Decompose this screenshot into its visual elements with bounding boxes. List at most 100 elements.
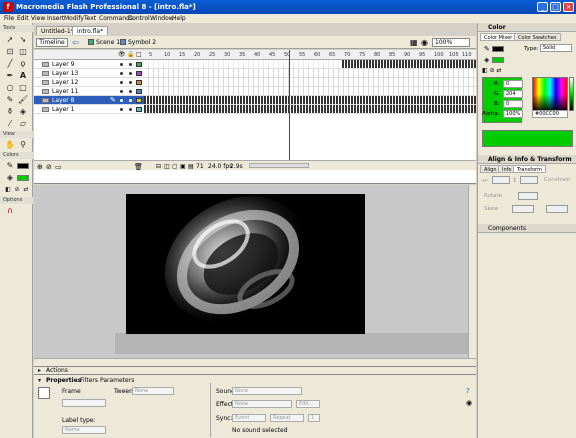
frame-row[interactable] (144, 105, 476, 114)
brush-icon[interactable]: 🖌 (18, 95, 28, 105)
layer-row[interactable]: Layer 12 (34, 78, 144, 87)
tab-transform[interactable]: Transform (513, 165, 546, 173)
scale-height-input[interactable] (520, 176, 538, 184)
trash-icon[interactable]: 🗑 (134, 163, 143, 171)
panel-expand-icon[interactable]: ◉ (466, 399, 472, 407)
sound-select[interactable]: None (232, 387, 302, 395)
fill-color-icon[interactable]: ◈ (5, 173, 15, 183)
layer-row[interactable]: Layer 11 (34, 87, 144, 96)
layer-row[interactable]: Layer 13 (34, 69, 144, 78)
color-spectrum[interactable] (532, 77, 568, 111)
add-layer-icon[interactable]: ⊕ (37, 163, 43, 171)
constrain-label[interactable]: Constrain (544, 177, 570, 183)
menu-control[interactable]: Control (128, 15, 150, 22)
oval-icon[interactable]: ○ (5, 83, 15, 93)
layer-outline-swatch[interactable] (136, 80, 142, 85)
gradient-transform-icon[interactable]: ◫ (18, 47, 28, 57)
b-input[interactable]: 0 (503, 100, 523, 108)
stage-area[interactable] (34, 185, 476, 358)
back-arrow-icon[interactable]: ⇦ (72, 38, 79, 47)
skew-h-input[interactable] (512, 205, 534, 213)
menu-view[interactable]: View (31, 15, 45, 22)
actions-panel-header[interactable]: ▸ Actions (34, 366, 476, 374)
add-guide-icon[interactable]: ⊘ (46, 163, 52, 171)
text-icon[interactable]: A (18, 71, 28, 81)
tab-intro[interactable]: intro.fla* (72, 26, 109, 35)
eraser-icon[interactable]: ▱ (18, 119, 28, 129)
zoom-icon[interactable]: ⚲ (18, 140, 28, 150)
pencil-icon[interactable]: ✎ (5, 95, 15, 105)
eyedropper-icon[interactable]: ⁄ (5, 119, 15, 129)
edit-button[interactable]: Edit... (296, 400, 320, 408)
color-panel-header[interactable]: Color (478, 23, 576, 32)
layer-outline-swatch[interactable] (136, 98, 142, 103)
layer-row[interactable]: Layer 9 (34, 60, 144, 69)
repeat-count-input[interactable]: 1 (308, 414, 320, 422)
breadcrumb-scene[interactable]: Scene 1 (96, 39, 120, 46)
stroke-pencil-icon[interactable]: ✎ (484, 45, 490, 53)
layer-outline-swatch[interactable] (136, 89, 142, 94)
center-frame-icon[interactable]: ⊟ (156, 163, 161, 170)
stroke-color-swatch[interactable] (17, 163, 29, 169)
outline-icon[interactable]: □ (136, 51, 142, 58)
frame-row[interactable] (144, 69, 476, 78)
timeline-scrollbar[interactable] (249, 163, 309, 168)
g-input[interactable]: 204 (503, 90, 523, 98)
breadcrumb-symbol[interactable]: Symbol 2 (128, 39, 156, 46)
stroke-swatch[interactable] (492, 46, 504, 52)
menu-modify[interactable]: Modify (64, 15, 84, 22)
menu-edit[interactable]: Edit (17, 15, 29, 22)
menu-window[interactable]: Window (150, 15, 174, 22)
help-icon[interactable]: ? (466, 387, 470, 395)
eye-icon[interactable]: 👁 (118, 51, 126, 58)
frame-label-input[interactable] (62, 399, 106, 407)
layer-row[interactable]: Layer 1 (34, 105, 144, 114)
onion-markers-icon[interactable]: ▤ (188, 163, 194, 170)
playhead[interactable] (289, 50, 290, 160)
snap-magnet-icon[interactable]: ∩ (5, 206, 15, 216)
lock-icon[interactable]: 🔒 (127, 51, 134, 58)
zoom-select[interactable]: 100% (432, 38, 470, 47)
onion-outline-icon[interactable]: ▢ (172, 163, 178, 170)
fill-color-swatch[interactable] (17, 175, 29, 181)
maximize-button[interactable]: □ (550, 2, 561, 12)
line-icon[interactable]: ╱ (5, 59, 15, 69)
subselect-icon[interactable]: ➘ (18, 35, 28, 45)
sync-select[interactable]: Event (232, 414, 266, 422)
layer-outline-swatch[interactable] (136, 62, 142, 67)
scale-width-input[interactable] (492, 176, 510, 184)
align-panel-header[interactable]: Align & Info & Transform (478, 155, 576, 164)
rotate-input[interactable] (518, 192, 538, 200)
add-folder-icon[interactable]: ▭ (55, 163, 62, 171)
hand-icon[interactable]: ✋ (5, 140, 15, 150)
arrow-icon[interactable]: ➚ (5, 35, 15, 45)
fill-type-select[interactable]: Solid (540, 44, 572, 52)
frames-grid[interactable]: 5 10 15 20 25 30 35 40 45 50 55 60 65 70… (144, 50, 476, 160)
rotate-label[interactable]: Rotate (484, 193, 502, 199)
frame-ruler[interactable]: 5 10 15 20 25 30 35 40 45 50 55 60 65 70… (144, 50, 476, 60)
layer-outline-swatch[interactable] (136, 107, 142, 112)
edit-scene-icon[interactable]: ▦ (410, 38, 418, 47)
label-type-select[interactable]: Name (62, 426, 106, 434)
ink-bottle-icon[interactable]: ⚱ (5, 107, 15, 117)
skew-v-input[interactable] (546, 205, 568, 213)
frame-row[interactable] (144, 87, 476, 96)
pen-icon[interactable]: ✒ (5, 71, 15, 81)
fill-swatch[interactable] (492, 57, 504, 63)
swap-colors-icon[interactable]: ◧ ⊘ ⇄ (482, 67, 502, 74)
hex-input[interactable]: #00CC00 (532, 110, 568, 118)
frame-row[interactable] (144, 96, 476, 105)
stroke-color-icon[interactable]: ✎ (5, 161, 15, 171)
tab-parameters[interactable]: Parameters (100, 377, 134, 384)
edit-multiple-icon[interactable]: ▣ (180, 163, 186, 170)
tab-color-mixer[interactable]: Color Mixer (480, 33, 517, 41)
alpha-input[interactable]: 100% (503, 110, 523, 118)
minimize-button[interactable]: _ (537, 2, 548, 12)
menu-help[interactable]: Help (172, 15, 186, 22)
timeline-toggle-button[interactable]: Timeline (36, 38, 68, 47)
effect-select[interactable]: None (232, 400, 292, 408)
tween-select[interactable]: None (132, 387, 174, 395)
rectangle-icon[interactable]: □ (18, 83, 28, 93)
swap-colors-icon[interactable]: ⇄ (21, 185, 31, 195)
tab-color-swatches[interactable]: Color Swatches (514, 33, 561, 41)
